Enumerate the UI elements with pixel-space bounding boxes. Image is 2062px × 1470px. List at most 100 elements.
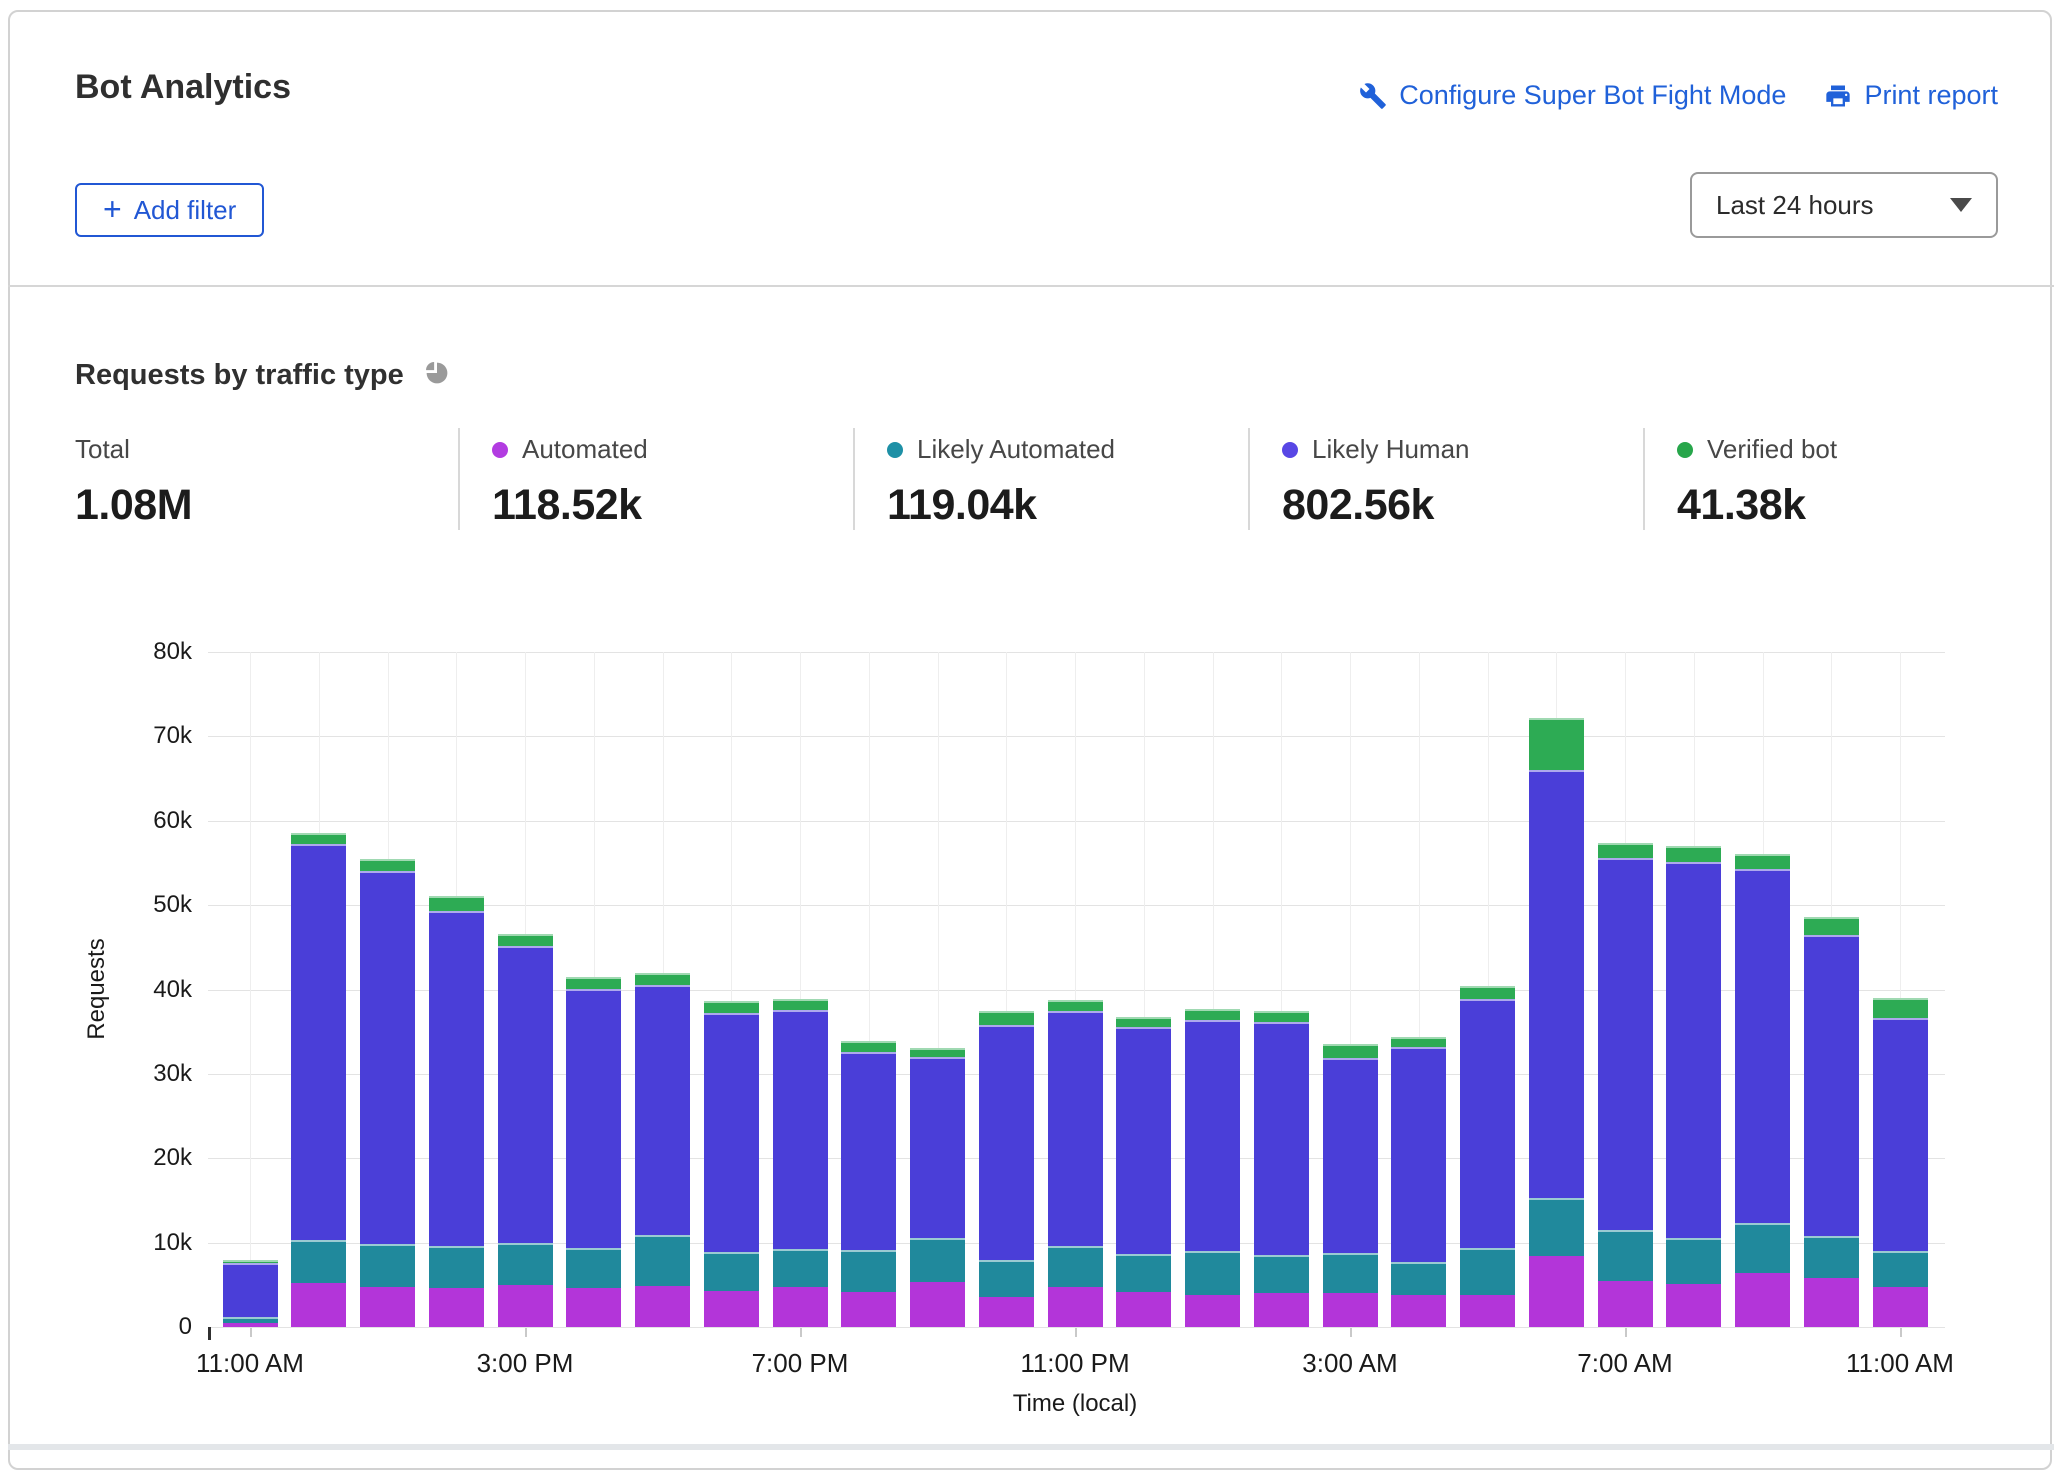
time-range-select[interactable]: Last 24 hours <box>1690 172 1998 238</box>
bar-segment-likely-human <box>566 989 621 1248</box>
bar-segment-verified-bot <box>1254 1011 1309 1022</box>
stat-label-row: Total <box>75 434 458 465</box>
bar-segment-automated <box>1529 1256 1584 1327</box>
add-filter-button[interactable]: + Add filter <box>75 183 264 237</box>
x-tick-label: 3:00 PM <box>477 1348 574 1379</box>
bar-segment-likely-human <box>1598 858 1653 1230</box>
bar-segment-verified-bot <box>1048 1000 1103 1011</box>
y-tick-label: 30k <box>112 1060 192 1088</box>
bar-segment-verified-bot <box>223 1260 278 1263</box>
plus-icon: + <box>103 193 122 225</box>
bar-segment-likely-automated <box>841 1250 896 1292</box>
bar-12:00-pm-1[interactable] <box>291 652 346 1327</box>
bar-segment-automated <box>566 1288 621 1327</box>
bar-segment-automated <box>1598 1281 1653 1327</box>
bar-9:00-pm-10[interactable] <box>910 652 965 1327</box>
bar-11:00-pm-12[interactable] <box>1048 652 1103 1327</box>
bar-4:00-am-17[interactable] <box>1391 652 1446 1327</box>
bar-11:00-am-0[interactable] <box>223 652 278 1327</box>
bar-12:00-am-13[interactable] <box>1116 652 1171 1327</box>
bar-segment-likely-automated <box>1460 1248 1515 1295</box>
stat-verified-bot: Verified bot 41.38k <box>1643 428 2000 530</box>
x-tick-mark <box>250 1328 252 1337</box>
bar-segment-automated <box>291 1283 346 1327</box>
bar-segment-likely-human <box>1873 1018 1928 1251</box>
bar-3:00-am-16[interactable] <box>1323 652 1378 1327</box>
stat-likely-human: Likely Human802.56k <box>1248 428 1643 530</box>
y-axis-title: Requests <box>83 938 111 1039</box>
configure-link-label: Configure Super Bot Fight Mode <box>1399 80 1786 111</box>
stat-label-row: Verified bot <box>1677 434 2000 465</box>
bar-segment-likely-automated <box>1048 1246 1103 1287</box>
bar-segment-automated <box>704 1291 759 1327</box>
y-tick-label: 60k <box>112 807 192 835</box>
pie-chart-icon <box>422 358 452 393</box>
section-title-row: Requests by traffic type <box>75 358 452 393</box>
bar-segment-likely-human <box>1391 1047 1446 1262</box>
bar-7:00-pm-8[interactable] <box>773 652 828 1327</box>
bar-segment-likely-human <box>1323 1058 1378 1253</box>
bar-1:00-am-14[interactable] <box>1185 652 1240 1327</box>
h-gridline <box>208 1327 1945 1328</box>
bar-segment-verified-bot <box>291 833 346 845</box>
bar-segment-likely-human <box>910 1057 965 1238</box>
bar-segment-likely-human <box>773 1010 828 1250</box>
y-tick-label: 20k <box>112 1144 192 1172</box>
y-tick-label: 10k <box>112 1229 192 1257</box>
bar-2:00-am-15[interactable] <box>1254 652 1309 1327</box>
stat-label-row: Automated <box>492 434 853 465</box>
bar-2:00-pm-3[interactable] <box>429 652 484 1327</box>
x-axis-title: Time (local) <box>1013 1390 1137 1418</box>
bar-segment-verified-bot <box>1598 843 1653 858</box>
stat-value: 802.56k <box>1282 481 1643 530</box>
bar-segment-likely-human <box>429 911 484 1246</box>
bar-segment-likely-automated <box>1529 1198 1584 1256</box>
x-tick-mark <box>1075 1328 1077 1337</box>
x-tick-label: 3:00 AM <box>1302 1348 1397 1379</box>
bar-9:00-am-22[interactable] <box>1735 652 1790 1327</box>
chevron-down-icon <box>1950 198 1972 212</box>
bar-6:00-pm-7[interactable] <box>704 652 759 1327</box>
bar-segment-likely-automated <box>1185 1251 1240 1295</box>
bar-segment-automated <box>1804 1278 1859 1327</box>
bar-10:00-pm-11[interactable] <box>979 652 1034 1327</box>
x-tick-label: 11:00 AM <box>1846 1348 1954 1379</box>
stat-label: Likely Automated <box>917 434 1115 465</box>
bar-segment-automated <box>910 1282 965 1327</box>
automated-legend-dot-icon <box>492 442 508 458</box>
bar-4:00-pm-5[interactable] <box>566 652 621 1327</box>
likely-automated-legend-dot-icon <box>887 442 903 458</box>
bar-5:00-pm-6[interactable] <box>635 652 690 1327</box>
bar-6:00-am-19[interactable] <box>1529 652 1584 1327</box>
y-tick-label: 70k <box>112 722 192 750</box>
configure-super-bot-fight-mode-link[interactable]: Configure Super Bot Fight Mode <box>1359 80 1786 111</box>
y-tick-label: 50k <box>112 891 192 919</box>
bar-segment-likely-automated <box>223 1317 278 1322</box>
bar-segment-likely-automated <box>1873 1251 1928 1286</box>
bar-8:00-am-21[interactable] <box>1666 652 1721 1327</box>
wrench-icon <box>1359 82 1387 110</box>
stat-value: 41.38k <box>1677 481 2000 530</box>
bar-segment-likely-automated <box>1598 1230 1653 1281</box>
x-tick-label: 11:00 PM <box>1020 1348 1129 1379</box>
bar-segment-verified-bot <box>1460 986 1515 999</box>
bar-segment-likely-human <box>1666 862 1721 1238</box>
print-link-label: Print report <box>1864 80 1998 111</box>
bar-11:00-am-24[interactable] <box>1873 652 1928 1327</box>
bar-segment-automated <box>1323 1293 1378 1327</box>
bar-8:00-pm-9[interactable] <box>841 652 896 1327</box>
bar-7:00-am-20[interactable] <box>1598 652 1653 1327</box>
bar-segment-likely-human <box>1804 935 1859 1236</box>
print-report-link[interactable]: Print report <box>1824 80 1998 111</box>
bar-segment-likely-automated <box>1391 1262 1446 1294</box>
bar-segment-automated <box>979 1297 1034 1327</box>
stat-value: 1.08M <box>75 481 458 530</box>
bar-segment-likely-human <box>1048 1011 1103 1246</box>
bar-segment-verified-bot <box>1666 846 1721 862</box>
bar-segment-automated <box>429 1288 484 1327</box>
bar-10:00-am-23[interactable] <box>1804 652 1859 1327</box>
bar-5:00-am-18[interactable] <box>1460 652 1515 1327</box>
bar-segment-likely-human <box>360 871 415 1245</box>
bar-1:00-pm-2[interactable] <box>360 652 415 1327</box>
bar-3:00-pm-4[interactable] <box>498 652 553 1327</box>
